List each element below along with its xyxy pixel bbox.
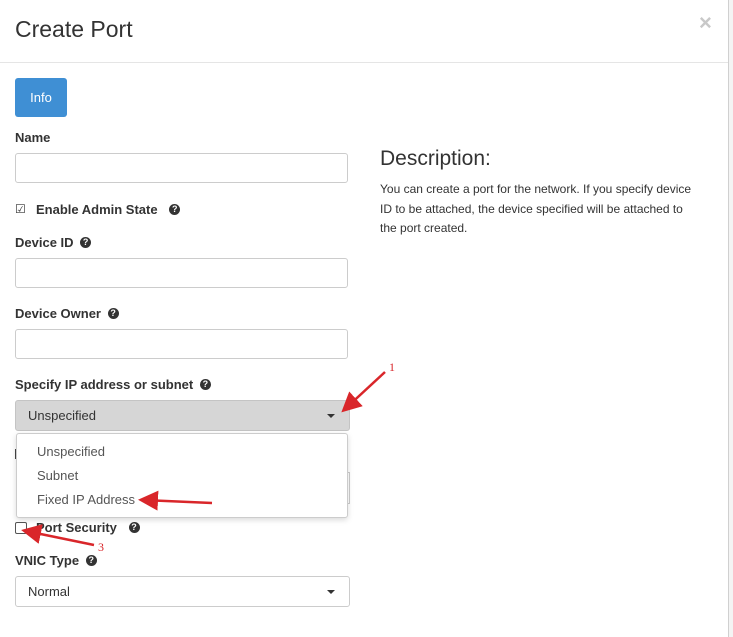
create-port-dialog: Create Port × Info Name ☑ Enable Admin S… [0,0,729,637]
enable-admin-state-label: Enable Admin State [36,202,158,217]
chevron-down-icon [327,590,335,594]
ip-subnet-dropdown-menu: Unspecified Subnet Fixed IP Address [16,433,348,518]
close-icon[interactable]: × [699,10,712,36]
help-icon[interactable]: ? [169,204,181,216]
port-security-row: Port Security ? [36,520,140,535]
ip-subnet-label: Specify IP address or subnet [15,377,194,392]
vnic-type-row: VNIC Type ? [15,553,97,568]
enable-admin-state-row: Enable Admin State ? [36,202,181,217]
device-id-row: Device ID ? [15,235,92,250]
help-icon[interactable]: ? [128,522,140,534]
ip-subnet-row: Specify IP address or subnet ? [15,377,211,392]
dialog-header: Create Port × [0,0,728,63]
name-label: Name [15,130,51,145]
device-owner-input[interactable] [15,329,348,359]
help-icon[interactable]: ? [80,237,92,249]
help-icon[interactable]: ? [107,308,119,320]
dropdown-option-fixed-ip[interactable]: Fixed IP Address [37,492,135,507]
annotation-number-3: 3 [98,540,104,554]
description-text: You can create a port for the network. I… [380,182,692,235]
description-title: Description: [380,147,491,170]
tab-info[interactable]: Info [15,78,67,117]
help-icon[interactable]: ? [199,379,211,391]
port-security-checkbox[interactable] [15,522,27,534]
chevron-down-icon [327,414,335,418]
vnic-type-label: VNIC Type [15,553,80,568]
device-id-input[interactable] [15,258,348,288]
dropdown-option-unspecified[interactable]: Unspecified [37,444,105,459]
help-icon[interactable]: ? [85,555,97,567]
port-security-label: Port Security [36,520,117,535]
enable-admin-state-checkbox[interactable]: ☑ [15,203,26,215]
device-id-label: Device ID [15,235,74,250]
ip-subnet-selected-value: Unspecified [28,408,96,423]
vnic-type-selected-value: Normal [28,584,70,599]
dialog-title: Create Port [15,16,133,42]
vnic-type-select[interactable]: Normal [15,576,350,607]
name-input[interactable] [15,153,348,183]
device-owner-label: Device Owner [15,306,101,321]
dropdown-option-subnet[interactable]: Subnet [37,468,78,483]
ip-subnet-select[interactable]: Unspecified [15,400,350,431]
background-strip [729,0,733,637]
annotation-number-1: 1 [389,360,395,374]
device-owner-row: Device Owner ? [15,306,119,321]
